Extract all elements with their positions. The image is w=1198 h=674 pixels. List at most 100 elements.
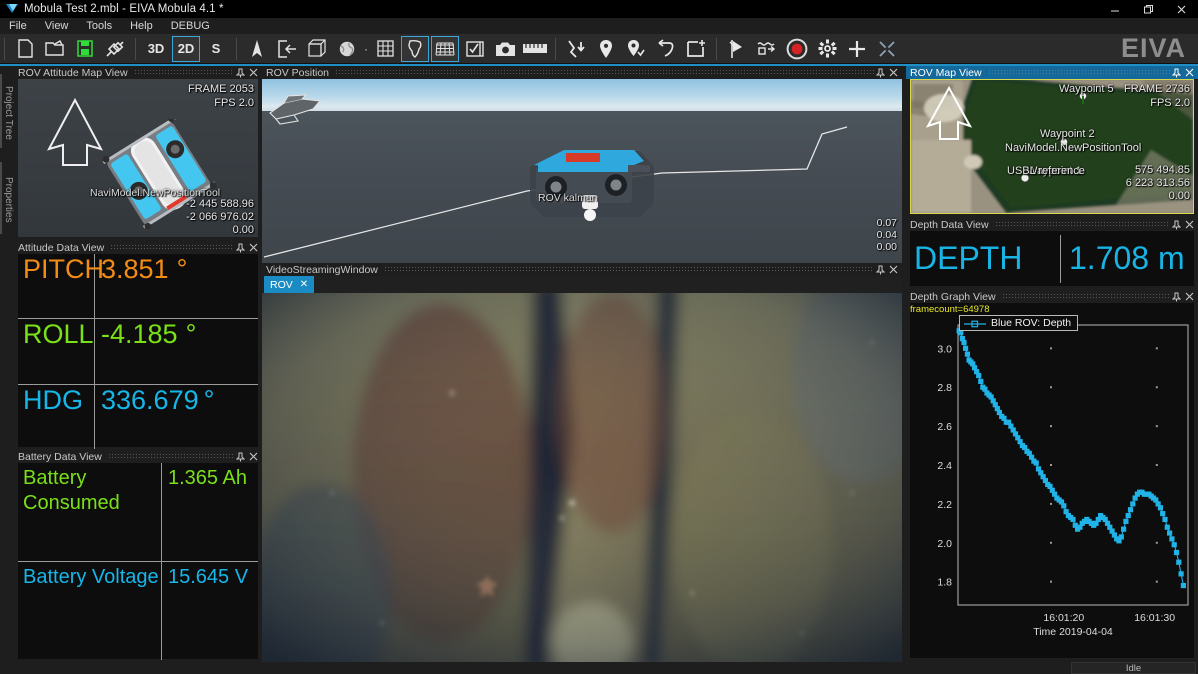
menu-item-view[interactable]: View	[36, 18, 78, 34]
north-arrow-icon[interactable]	[243, 36, 271, 62]
svg-text:2.8: 2.8	[937, 382, 952, 394]
pin-check-icon[interactable]	[622, 36, 650, 62]
panel-drag-grip[interactable]	[108, 453, 234, 460]
panel-drag-grip[interactable]	[134, 69, 234, 76]
bounding-box-icon[interactable]	[303, 36, 331, 62]
export-icon[interactable]	[273, 36, 301, 62]
video-tab-label: ROV	[270, 279, 293, 291]
rov-position-readout-x: 0.07	[877, 217, 897, 229]
attitude-unit-hdg: °	[199, 385, 215, 415]
camera-icon[interactable]	[491, 36, 519, 62]
globe-icon[interactable]	[333, 36, 361, 62]
maximize-button[interactable]	[1132, 0, 1165, 18]
dot-icon[interactable]: ·	[362, 42, 370, 56]
minimize-button[interactable]	[1099, 0, 1132, 18]
panel-drag-grip[interactable]	[988, 69, 1170, 76]
tools-icon[interactable]	[873, 36, 901, 62]
depth-chart[interactable]: framecount=64978 Blue ROV: Depth 1.82.02…	[910, 303, 1194, 658]
new-file-icon[interactable]	[11, 36, 39, 62]
chart-legend[interactable]: Blue ROV: Depth	[959, 315, 1078, 331]
pin-panel-icon[interactable]	[236, 68, 245, 78]
panel-title: Depth Data View	[910, 219, 993, 231]
pin-panel-icon[interactable]	[1172, 292, 1181, 302]
pin-panel-icon[interactable]	[1172, 220, 1181, 230]
sidebar-tab-project-tree[interactable]: Project Tree	[0, 74, 14, 148]
panel-drag-grip[interactable]	[995, 221, 1170, 228]
close-panel-icon[interactable]	[889, 68, 898, 78]
close-button[interactable]	[1165, 0, 1198, 18]
close-panel-icon[interactable]	[889, 265, 898, 275]
pin-icon[interactable]	[592, 36, 620, 62]
svg-text:2.0: 2.0	[937, 538, 952, 550]
panel-drag-grip[interactable]	[384, 266, 874, 273]
video-tab-bar: ROV ✕	[262, 276, 902, 293]
panel-title: VideoStreamingWindow	[266, 264, 382, 276]
close-panel-icon[interactable]	[249, 243, 258, 253]
panel-drag-grip[interactable]	[335, 69, 874, 76]
svg-text:Time 2019-04-04: Time 2019-04-04	[1033, 626, 1113, 638]
rov-position-3d-canvas[interactable]: ROV kalman 0.07 0.04 0.00	[262, 79, 902, 263]
map-fps-label: FPS 2.0	[1150, 97, 1190, 109]
close-panel-icon[interactable]	[1185, 220, 1194, 230]
close-panel-icon[interactable]	[249, 452, 258, 462]
menu-item-debug[interactable]: DEBUG	[162, 18, 219, 34]
checklist-icon[interactable]	[461, 36, 489, 62]
chart-framecount-annotation: framecount=64978	[910, 304, 990, 315]
save-icon[interactable]	[71, 36, 99, 62]
video-stream-image[interactable]	[262, 293, 902, 662]
close-panel-icon[interactable]	[249, 68, 258, 78]
attitude-value-hdg: 336.679	[101, 385, 199, 415]
video-tab-rov[interactable]: ROV ✕	[264, 276, 314, 293]
panel-battery-data-view: Battery Data View Battery Consumed 1.365…	[14, 450, 262, 662]
ruler-icon[interactable]	[521, 36, 549, 62]
attitude-label-roll: ROLL	[23, 319, 94, 349]
pin-panel-icon[interactable]	[876, 68, 885, 78]
plus-icon[interactable]	[843, 36, 871, 62]
attitude-value-roll: -4.185	[101, 319, 178, 349]
map-model-label: NaviModel.NewPositionTool	[1005, 142, 1141, 154]
close-icon[interactable]: ✕	[300, 279, 308, 290]
panel-drag-grip[interactable]	[110, 244, 234, 251]
panel-rov-attitude-map-view: ROV Attitude Map View	[14, 66, 262, 241]
route-download-icon[interactable]	[562, 36, 590, 62]
pin-panel-icon[interactable]	[236, 452, 245, 462]
battery-value-consumed: 1.365 Ah	[168, 467, 247, 489]
connect-plug-icon[interactable]	[101, 36, 129, 62]
surface-vessel-wireframe	[268, 93, 328, 128]
pin-panel-icon[interactable]	[236, 243, 245, 253]
pin-panel-icon[interactable]	[1172, 68, 1181, 78]
undo-arrow-icon[interactable]	[652, 36, 680, 62]
north-arrow-icon	[46, 97, 104, 169]
view-s-button[interactable]: S	[202, 36, 230, 62]
rov-map-canvas[interactable]: Waypoint 5 FRAME 2736 FPS 2.0 Waypoint 2…	[910, 79, 1194, 214]
flag-icon[interactable]	[723, 36, 751, 62]
menu-item-help[interactable]: Help	[121, 18, 162, 34]
settings-gear-icon[interactable]	[813, 36, 841, 62]
panel-header-attitude-data-view: Attitude Data View	[14, 241, 262, 254]
open-folder-icon[interactable]	[41, 36, 69, 62]
panel-header-video-streaming-window: VideoStreamingWindow	[262, 263, 902, 276]
add-area-icon[interactable]	[682, 36, 710, 62]
map-coord-easting: 575 494.85	[1135, 164, 1190, 176]
sidebar-tab-properties[interactable]: Properties	[0, 162, 14, 234]
grid-icon[interactable]	[371, 36, 399, 62]
waves-lock-icon[interactable]	[753, 36, 781, 62]
panel-drag-grip[interactable]	[1002, 293, 1170, 300]
view-2d-button[interactable]: 2D	[172, 36, 200, 62]
record-icon[interactable]	[783, 36, 811, 62]
view-3d-button[interactable]: 3D	[142, 36, 170, 62]
close-panel-icon[interactable]	[1185, 68, 1194, 78]
pin-panel-icon[interactable]	[876, 265, 885, 275]
main-toolbar: 3D 2D S ·	[0, 34, 1198, 64]
menu-item-file[interactable]: File	[0, 18, 36, 34]
panel-depth-graph-view: Depth Graph View framecount=64978 Blue R…	[906, 290, 1198, 662]
close-panel-icon[interactable]	[1185, 292, 1194, 302]
rov-position-readout-z: 0.00	[877, 241, 897, 253]
menu-item-tools[interactable]: Tools	[77, 18, 121, 34]
window-controls	[1099, 0, 1198, 18]
map-africa-icon[interactable]	[401, 36, 429, 62]
attitude-map-canvas[interactable]: FRAME 2053 FPS 2.0 NaviModel.NewPosition…	[18, 79, 258, 237]
panel-header-rov-map-view: ROV Map View	[906, 66, 1198, 79]
attitude-row-roll: ROLL -4.185 °	[18, 319, 258, 383]
mesh-grid-icon[interactable]	[431, 36, 459, 62]
